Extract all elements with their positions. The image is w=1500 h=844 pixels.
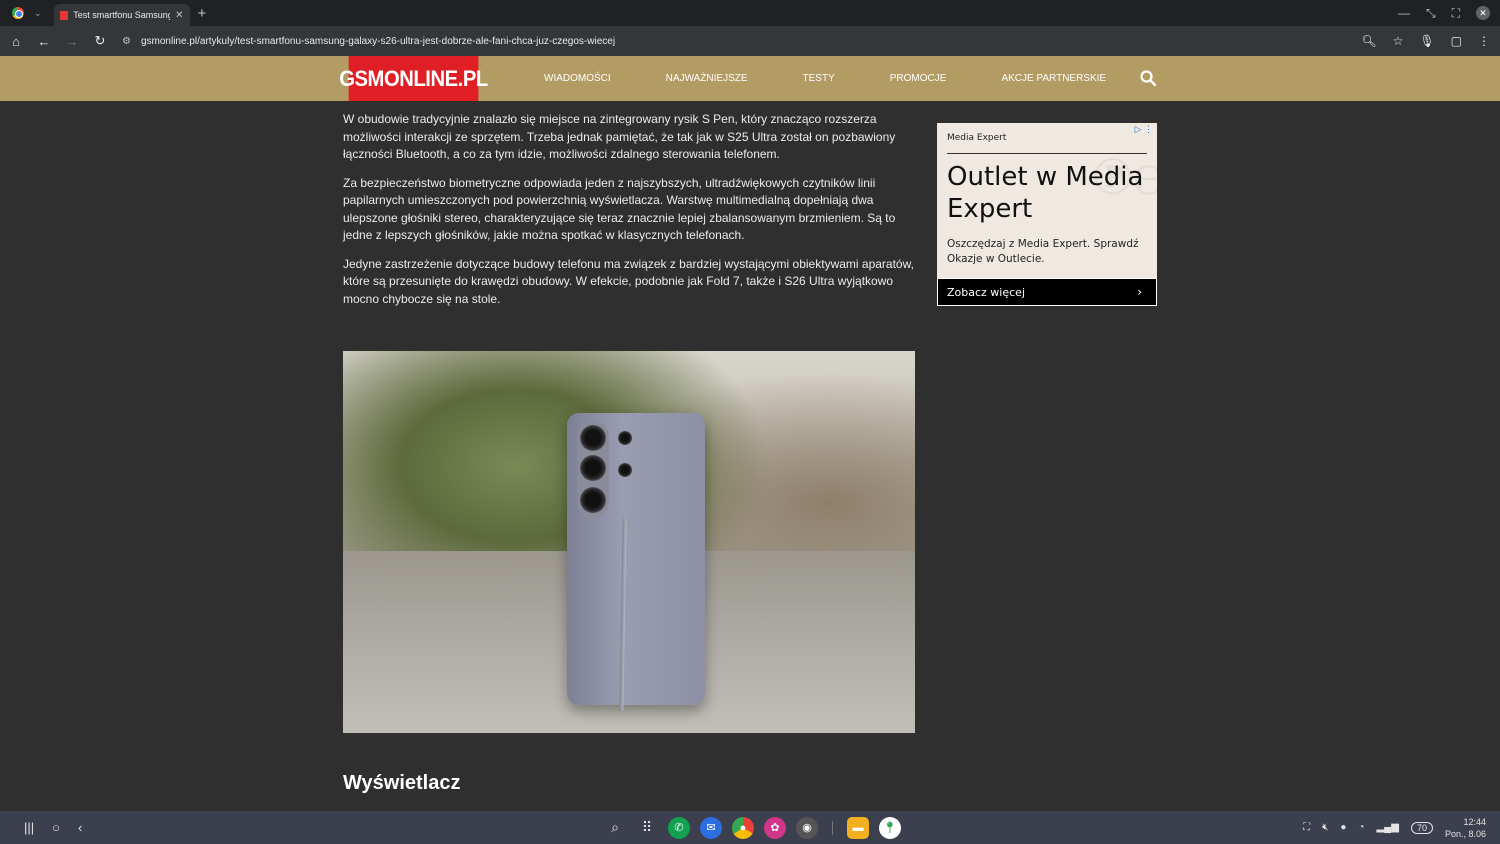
reload-icon[interactable]: ↻ [86, 33, 114, 49]
minimize-icon[interactable]: — [1398, 6, 1410, 20]
tab-title: Test smartfonu Samsung G [73, 10, 171, 20]
recents-icon[interactable]: ||| [24, 820, 34, 835]
browser-toolbar: ⌂ ← → ↻ ⚙ gsmonline.pl/artykuly/test-sma… [0, 26, 1500, 56]
url-text[interactable]: gsmonline.pl/artykuly/test-smartfonu-sam… [141, 36, 615, 47]
article-photo [343, 351, 915, 733]
back-icon[interactable]: ← [30, 34, 58, 49]
article-body: W obudowie tradycyjnie znalazło się miej… [343, 111, 915, 319]
zoom-icon[interactable]: 🔍︎ [1361, 34, 1376, 48]
menu-kebab-icon[interactable]: ⋮ [1478, 34, 1490, 48]
clock[interactable]: 12:44 Pon., 8.06 [1445, 816, 1486, 840]
photo-lens [580, 455, 606, 481]
wifi-icon[interactable]: ◔ [1358, 822, 1364, 833]
close-window-icon[interactable]: ✕ [1476, 6, 1490, 20]
photo-lens [580, 425, 606, 451]
address-bar[interactable]: ⚙ gsmonline.pl/artykuly/test-smartfonu-s… [116, 29, 1360, 53]
extensions-icon[interactable]: ▢ [1451, 34, 1462, 48]
taskbar-apps: ⌕ ⠿ ✆ ✉ ● ✿ ◉ ▬ 📍︎ [604, 811, 901, 844]
battery-indicator[interactable]: 70 [1410, 821, 1433, 834]
home-circle-icon[interactable]: ○ [52, 820, 60, 835]
photo-lens-small [618, 463, 632, 477]
system-tray: ⛶ 🔇︎ ● ◔ ▂▄▆ 70 12:44 Pon., 8.06 [1303, 811, 1486, 844]
site-info-icon[interactable]: ⚙ [122, 36, 131, 47]
search-icon[interactable] [1140, 70, 1156, 86]
ad-body: Oszczędzaj z Media Expert. Sprawdź Okazj… [947, 238, 1139, 265]
ad-brand: Media Expert [947, 133, 1007, 143]
chevron-right-icon: › [1137, 285, 1142, 299]
fullscreen-icon[interactable]: ⛶ [1452, 6, 1460, 21]
chrome-app-icon[interactable]: ● [732, 816, 754, 839]
section-heading: Wyświetlacz [343, 772, 461, 794]
restore-icon[interactable]: ⤡ [1426, 6, 1436, 21]
nav-link-akcje-partnerskie[interactable]: AKCJE PARTNERSKIE [1001, 73, 1106, 84]
nav-link-promocje[interactable]: PROMOCJE [890, 73, 947, 84]
ad-cta-button[interactable]: Zobacz więcej › [937, 278, 1157, 306]
article-paragraph: W obudowie tradycyjnie znalazło się miej… [343, 112, 896, 161]
nav-link-najwazniejsze[interactable]: NAJWAŻNIEJSZE [666, 73, 748, 84]
screenshot-icon[interactable]: ⛶ [1303, 822, 1310, 833]
site-favicon-icon [59, 10, 69, 20]
nav-link-testy[interactable]: TESTY [803, 73, 835, 84]
active-tab[interactable]: Test smartfonu Samsung G ✕ [53, 4, 190, 26]
photo-phone [567, 413, 705, 705]
taskbar-divider [832, 820, 833, 835]
home-icon[interactable]: ⌂ [2, 34, 30, 49]
camera-app-icon[interactable]: ◉ [796, 816, 818, 839]
app-drawer-icon[interactable]: ⠿ [636, 817, 658, 839]
clock-date: Pon., 8.06 [1444, 828, 1486, 839]
browser-tab-strip: ⌄ Test smartfonu Samsung G ✕ + — ⤡ ⛶ ✕ [0, 0, 1500, 26]
mute-icon[interactable]: 🔇︎ [1322, 822, 1328, 833]
advertisement[interactable]: ℗℮ ▷ ⋮ Media Expert Outlet w Media Exper… [937, 123, 1157, 306]
system-nav: ||| ○ ‹ [24, 811, 82, 844]
tab-close-icon[interactable]: ✕ [175, 10, 183, 21]
photo-lens [580, 487, 606, 513]
microphone-icon[interactable]: 🎙︎ [1419, 34, 1434, 48]
ad-cta-label: Zobacz więcej [947, 285, 1025, 299]
tab-search-icon[interactable]: ⌄ [34, 8, 42, 19]
photo-lens-small [618, 431, 632, 445]
article-paragraph: Jedyne zastrzeżenie dotyczące budowy tel… [343, 256, 914, 306]
site-header: GSMONLINE.PL WIADOMOŚCI NAJWAŻNIEJSZE TE… [0, 56, 1500, 101]
toolbar-actions: 🔍︎ ☆ 🎙︎ ▢ ⋮ [1361, 26, 1490, 56]
bookmark-star-icon[interactable]: ☆ [1393, 34, 1404, 48]
messages-app-icon[interactable]: ✉ [700, 816, 722, 839]
gallery-app-icon[interactable]: ✿ [764, 816, 786, 839]
article-paragraph: Za bezpieczeństwo biometryczne odpowiada… [343, 175, 896, 243]
back-chevron-icon[interactable]: ‹ [78, 820, 82, 835]
files-app-icon[interactable]: ▬ [847, 816, 869, 839]
new-tab-button[interactable]: + [198, 5, 207, 22]
window-controls: — ⤡ ⛶ ✕ [1398, 0, 1490, 26]
chat-bubble-icon[interactable]: ● [1340, 822, 1346, 833]
clock-time: 12:44 [1463, 816, 1486, 827]
ad-divider [947, 153, 1147, 154]
signal-icon: ▂▄▆ [1376, 822, 1399, 833]
site-nav: WIADOMOŚCI NAJWAŻNIEJSZE TESTY PROMOCJE … [544, 56, 1161, 101]
site-logo[interactable]: GSMONLINE.PL [339, 56, 488, 101]
ad-headline[interactable]: Outlet w Media Expert [947, 161, 1152, 225]
ad-choices-icon[interactable]: ▷ ⋮ [1135, 124, 1153, 135]
phone-app-icon[interactable]: ✆ [668, 816, 690, 839]
maps-app-icon[interactable]: 📍︎ [879, 816, 901, 839]
os-taskbar: ||| ○ ‹ ⌕ ⠿ ✆ ✉ ● ✿ ◉ ▬ 📍︎ ⛶ 🔇︎ ● ◔ ▂▄▆ … [0, 811, 1500, 844]
search-taskbar-icon[interactable]: ⌕ [604, 817, 626, 839]
forward-icon[interactable]: → [58, 34, 86, 49]
nav-link-wiadomosci[interactable]: WIADOMOŚCI [544, 73, 611, 84]
chrome-icon[interactable] [12, 7, 24, 19]
